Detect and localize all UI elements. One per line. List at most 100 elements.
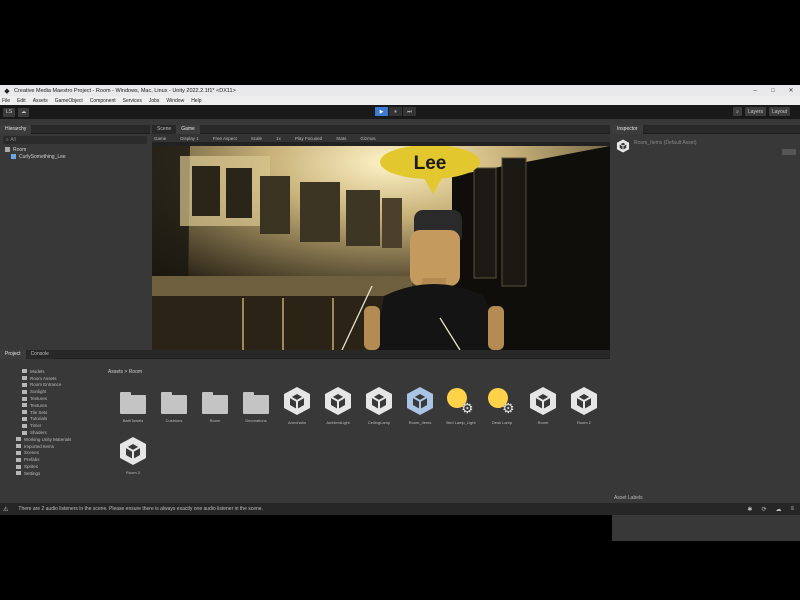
asset-label: Room 2 — [576, 420, 591, 425]
folder-icon — [16, 464, 21, 469]
prefab-icon — [571, 387, 597, 415]
tree-item[interactable]: Textures — [0, 395, 104, 402]
project-panel: Project Console Models Room Assets Room … — [0, 349, 610, 503]
menu-help[interactable]: Help — [191, 98, 201, 104]
menu-jobs[interactable]: Jobs — [149, 98, 160, 104]
close-button[interactable]: ✕ — [782, 87, 800, 94]
menu-services[interactable]: Services — [123, 98, 142, 104]
toolbar-right: ⌕ Layers Layout — [730, 107, 790, 116]
maximize-button[interactable]: □ — [764, 88, 782, 94]
menu-file[interactable]: File — [2, 98, 10, 104]
tab-console[interactable]: Console — [25, 349, 54, 359]
game-render-view[interactable]: Lee — [152, 146, 610, 350]
game-dropdown[interactable]: Game — [154, 136, 166, 141]
tree-item-label: Room Assets — [30, 375, 57, 381]
tree-item[interactable]: Prefabs — [0, 456, 104, 463]
asset-label: Armchairs — [287, 420, 306, 425]
tree-item-label: Settings — [24, 470, 41, 476]
tree-item[interactable]: Shaders — [0, 429, 104, 436]
tree-item[interactable]: Models — [0, 368, 104, 375]
tree-item[interactable]: Imported Items — [0, 443, 104, 450]
tree-item[interactable]: Scenes — [0, 450, 104, 457]
step-button[interactable]: ⏭ — [403, 107, 416, 116]
open-button[interactable] — [782, 149, 796, 155]
asset-item[interactable]: Cushions — [155, 386, 193, 430]
layout-dropdown[interactable]: Layout — [768, 107, 790, 116]
asset-item[interactable]: Room 3 — [114, 436, 152, 480]
asset-item[interactable]: Armchairs — [278, 386, 316, 430]
asset-item[interactable]: Room — [524, 386, 562, 430]
layers-icon[interactable]: ≡ — [790, 506, 794, 513]
asset-grid: BathTowels Cushions Room Decorations Arm… — [114, 386, 604, 498]
minimize-button[interactable]: – — [746, 88, 764, 94]
asset-label: Room — [209, 418, 221, 423]
hierarchy-tabbar: Hierarchy — [0, 124, 150, 134]
tree-item[interactable]: Timer — [0, 422, 104, 429]
hierarchy-panel: Hierarchy ⌕ All Room CurlySomething_Lee — [0, 124, 150, 350]
cloud-icon[interactable]: ☁ — [18, 107, 30, 117]
asset-item[interactable]: Decorations — [237, 386, 275, 430]
asset-label: Room 3 — [125, 470, 140, 475]
asset-labels-heading[interactable]: Asset Labels — [614, 495, 643, 501]
stats-button[interactable]: Stats — [336, 136, 346, 141]
asset-item[interactable]: ⚙ Desk Lamp — [483, 386, 521, 430]
tab-game[interactable]: Game — [176, 124, 200, 134]
asset-item[interactable]: CeilingLamp — [360, 386, 398, 430]
aspect-dropdown[interactable]: Free Aspect — [213, 136, 237, 141]
breadcrumb[interactable]: Assets > Room — [108, 369, 142, 375]
hierarchy-search-input[interactable]: ⌕ All — [3, 136, 147, 144]
tree-item[interactable]: Sunlight — [0, 388, 104, 395]
menu-assets[interactable]: Assets — [33, 98, 48, 104]
account-button[interactable]: LS — [3, 107, 16, 117]
sync-icon[interactable]: ⟳ — [761, 506, 766, 513]
menu-edit[interactable]: Edit — [17, 98, 26, 104]
asset-item[interactable]: Room — [196, 386, 234, 430]
tree-item-label: Textures — [30, 402, 48, 408]
pause-button[interactable]: ⏸ — [389, 107, 402, 116]
asset-item[interactable]: ⚙ Bed Lamp_Light — [442, 386, 480, 430]
tree-item[interactable]: Room Entrance — [0, 382, 104, 389]
scene-icon — [5, 147, 10, 152]
menu-gameobject[interactable]: GameObject — [55, 98, 83, 104]
hierarchy-item-character[interactable]: CurlySomething_Lee — [0, 153, 150, 160]
scene-game-panel: Scene Game Game Display 1 Free Aspect Sc… — [152, 124, 610, 350]
tree-item-label: Tutorials — [30, 416, 48, 422]
tree-item-label: Room Entrance — [30, 382, 62, 388]
tab-inspector[interactable]: Inspector — [612, 124, 643, 134]
asset-item[interactable]: Room 2 — [565, 386, 603, 430]
play-focused-dropdown[interactable]: Play Focused — [295, 136, 322, 141]
bug-icon[interactable]: ✱ — [747, 506, 752, 513]
asset-item[interactable]: BathTowels — [114, 386, 152, 430]
status-icons: ✱ ⟳ ☁ ≡ — [738, 506, 794, 513]
gizmos-button[interactable]: Gizmos — [360, 136, 375, 141]
tree-item[interactable]: Tutorials — [0, 416, 104, 423]
tree-item[interactable]: Working Unity Materials — [0, 436, 104, 443]
asset-label: Cushions — [165, 418, 183, 423]
tree-item-label: Scenes — [24, 450, 40, 456]
cloud-icon[interactable]: ☁ — [775, 506, 781, 513]
search-icon[interactable]: ⌕ — [733, 107, 742, 116]
tree-item[interactable]: Settings — [0, 470, 104, 477]
menu-window[interactable]: Window — [166, 98, 184, 104]
menu-component[interactable]: Component — [90, 98, 116, 104]
tab-scene[interactable]: Scene — [152, 124, 177, 134]
tree-item-label: Textures — [30, 396, 48, 402]
scale-label: Scale — [250, 135, 263, 141]
status-message[interactable]: There are 2 audio listeners in the scene… — [18, 506, 263, 512]
gameobject-icon — [11, 154, 16, 159]
scale-value[interactable]: 1x — [276, 136, 281, 141]
name-sign-label: Lee — [414, 153, 447, 174]
asset-item-selected[interactable]: Room_Items — [401, 386, 439, 430]
tree-item[interactable]: Room Assets — [0, 375, 104, 382]
hierarchy-item-room[interactable]: Room — [0, 146, 150, 153]
tab-hierarchy[interactable]: Hierarchy — [0, 124, 32, 134]
display-dropdown[interactable]: Display 1 — [180, 136, 199, 141]
tab-project[interactable]: Project — [0, 349, 26, 359]
tree-item[interactable]: Tile Sets — [0, 409, 104, 416]
asset-item[interactable]: AmbientLight — [319, 386, 357, 430]
layers-dropdown[interactable]: Layers — [744, 107, 766, 116]
tree-item-label: Models — [30, 368, 45, 374]
tree-item[interactable]: Sprites — [0, 463, 104, 470]
play-button[interactable]: ▶ — [375, 107, 388, 116]
tree-item[interactable]: Textures — [0, 402, 104, 409]
